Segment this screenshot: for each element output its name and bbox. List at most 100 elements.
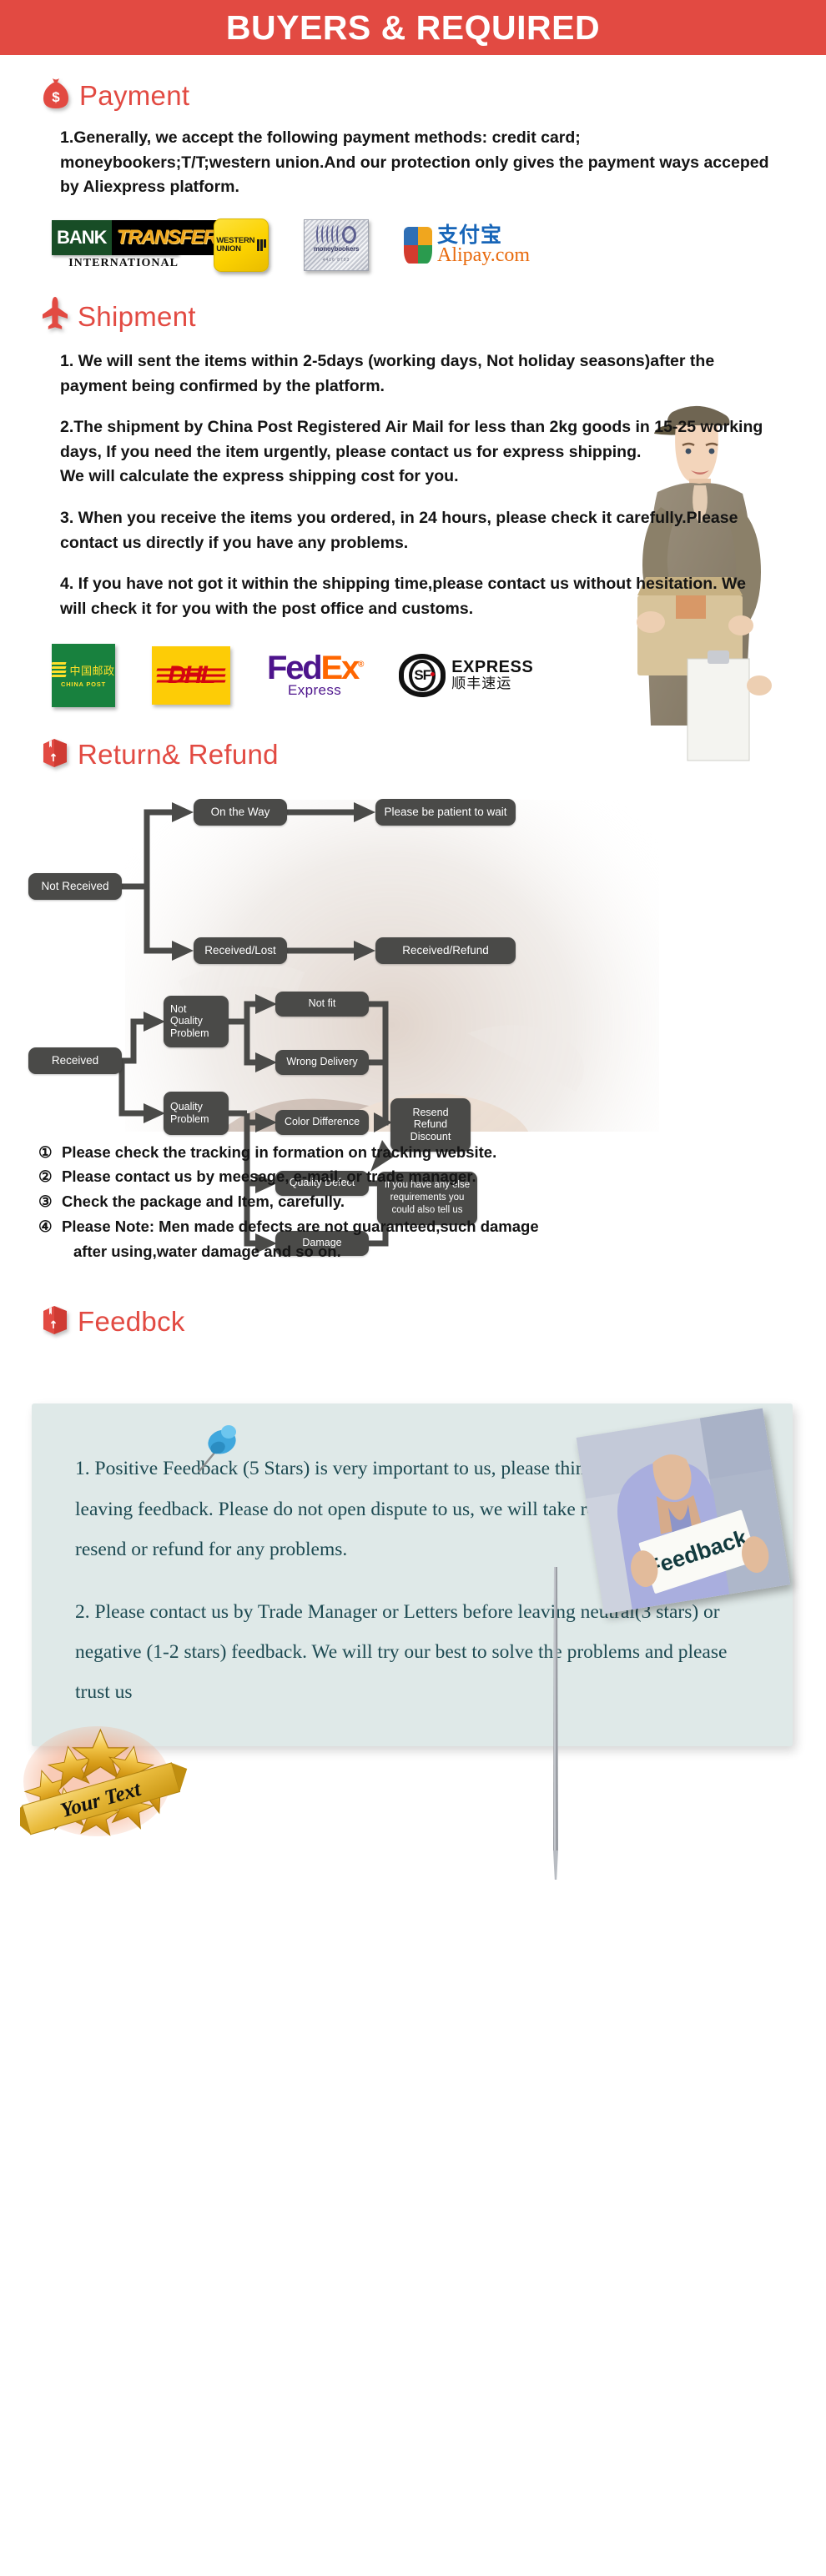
bank-transfer-caption: INTERNATIONAL [68,256,179,269]
flow-node-label: Received [51,1053,99,1067]
sf-badge-icon: SF [399,653,446,697]
flow-node-wrong-delivery: Wrong Delivery [275,1049,369,1075]
page-title: BUYERS & REQUIRED [225,8,601,47]
note-number: ③ [38,1193,53,1211]
flow-node-not-fit: Not fit [275,991,369,1017]
flow-node-received-lost: Received/Lost [194,936,287,964]
bank-transfer-logo: BANK TRANSFER INTERNATIONAL [52,219,222,270]
note-item: ① Please check the tracking in formation… [38,1140,784,1165]
box-icon [42,737,68,771]
western-union-bars-icon [257,239,266,251]
shield-icon [404,226,432,264]
china-post-en-label: CHINA POST [61,680,106,688]
flow-node-label: Wrong Delivery [286,1056,358,1068]
moneybookers-arcs-icon [316,225,356,244]
payment-heading-label: Payment [79,80,190,111]
note-number: ② [38,1167,53,1186]
alipay-logo: 支付宝 Alipay.com [404,224,530,266]
stars-badge: Your Text [10,1720,195,1845]
note-text: Please check the tracking in formation o… [62,1142,497,1161]
flow-node-label: Received/Lost [204,943,276,957]
flow-node-label: Received/Refund [402,943,489,957]
note-number: ④ [38,1218,53,1236]
feedback-paragraph-2: 2. Please contact us by Trade Manager or… [75,1600,728,1704]
feedback-section: Feedback 1. Positive Feedback (5 Stars) … [0,1403,826,1880]
shipment-paragraph-2: 2.The shipment by China Post Registered … [60,418,763,461]
note-text: Check the package and Item, carefully. [62,1193,345,1211]
shipment-section-heading: Shipment [0,296,826,336]
note-item: ④ Please Note: Men made defects are not … [38,1214,784,1264]
returns-section-heading: Return& Refund [0,737,826,771]
returns-heading-label: Return& Refund [78,738,279,770]
svg-text:$: $ [52,89,60,105]
china-post-logo: 中国邮政 CHINA POST [51,643,115,707]
flow-node-received-refund: Received/Refund [375,936,516,964]
note-item: ③ Check the package and Item, carefully. [38,1189,784,1214]
note-number: ① [38,1142,53,1161]
flow-node-label: On the Way [210,805,270,818]
feedback-heading-label: Feedbck [78,1306,185,1338]
china-post-mark-icon [51,662,68,678]
dhl-logo: DHL [152,645,230,705]
airplane-icon [42,296,68,336]
flow-node-label: Color Difference [284,1116,360,1128]
flow-node-not-quality-problem: Not Quality Problem [164,995,229,1047]
registered-mark-icon: ® [358,660,364,670]
payment-logo-row: BANK TRANSFER INTERNATIONAL WESTERN UNIO… [0,218,826,272]
flow-node-quality-problem: Quality Problem [164,1091,229,1135]
sf-en-label: EXPRESS [451,657,534,676]
bank-transfer-secondary: TRANSFER [111,219,222,255]
shipment-heading-label: Shipment [78,300,196,332]
sf-mark-label: SF [414,666,431,683]
alipay-en-label: Alipay.com [437,244,531,266]
bank-transfer-primary: BANK [52,219,112,255]
western-union-line2: UNION [216,244,241,254]
dhl-label: DHL [168,660,216,689]
money-bag-icon: $ [42,77,70,114]
flow-node-label: Please be patient to wait [384,805,507,818]
shipment-paragraph-3: We will calculate the express shipping c… [60,467,459,486]
returns-notes: ① Please check the tracking in formation… [0,1140,826,1265]
flow-node-received: Received [28,1047,122,1074]
shipment-paragraph-5: 4. If you have not got it within the shi… [60,575,746,618]
returns-flowchart: Not Received On the Way Please be patien… [0,783,826,1256]
note-text: Please contact us by meesage, e-mail, or… [62,1167,476,1186]
promo-page: BUYERS & REQUIRED $ Payment 1.Generally,… [0,0,826,1880]
fedex-logo: FedEx® Express [267,649,364,699]
flow-node-label: Not Quality Problem [170,1002,209,1039]
flow-node-label: Resend Refund Discount [410,1106,451,1142]
payment-paragraph: 1.Generally, we accept the following pay… [60,128,769,197]
moneybookers-label: moneybookers [313,245,360,254]
box-icon [42,1304,68,1338]
shipment-text: 1. We will sent the items within 2-5days… [0,349,826,622]
flow-node-label: Not fit [308,997,336,1010]
payment-text: 1.Generally, we accept the following pay… [0,126,826,200]
fedex-part2: Ex [320,649,360,686]
fedex-part1: Fed [267,649,323,686]
note-text-continued: after using,water damage and so on. [73,1243,341,1261]
flow-node-on-the-way: On the Way [194,798,287,826]
note-text: Please Note: Men made defects are not gu… [62,1218,539,1236]
shipment-paragraph-4: 3. When you receive the items you ordere… [60,509,738,552]
page-banner: BUYERS & REQUIRED [0,0,826,55]
payment-section-heading: $ Payment [0,77,826,114]
moneybookers-number: 4416 8793 [322,258,350,264]
push-pin-icon [197,1420,244,1474]
western-union-logo: WESTERN UNION [214,218,269,272]
note-item: ② Please contact us by meesage, e-mail, … [38,1164,784,1189]
shipment-paragraph-1: 1. We will sent the items within 2-5days… [60,351,715,395]
alipay-cn-label: 支付宝 [437,222,503,247]
flow-node-color-difference: Color Difference [275,1109,369,1135]
sf-cn-label: 顺丰速运 [451,675,512,692]
feedback-photo: Feedback [576,1408,791,1614]
carrier-logo-row: 中国邮政 CHINA POST DHL FedEx® Express SF EX… [0,643,826,707]
fedex-sub-label: Express [288,681,342,698]
flow-node-label: Not Received [41,879,109,892]
moneybookers-logo: moneybookers 4416 8793 [304,218,369,271]
flow-node-not-received: Not Received [28,872,122,900]
flow-node-please-be-patient: Please be patient to wait [375,798,516,826]
feedback-section-heading: Feedbck [0,1304,826,1338]
flow-node-label: Quality Problem [170,1101,209,1125]
china-post-cn-label: 中国邮政 [69,665,115,678]
sf-express-logo: SF EXPRESS 顺丰速运 [399,653,534,697]
